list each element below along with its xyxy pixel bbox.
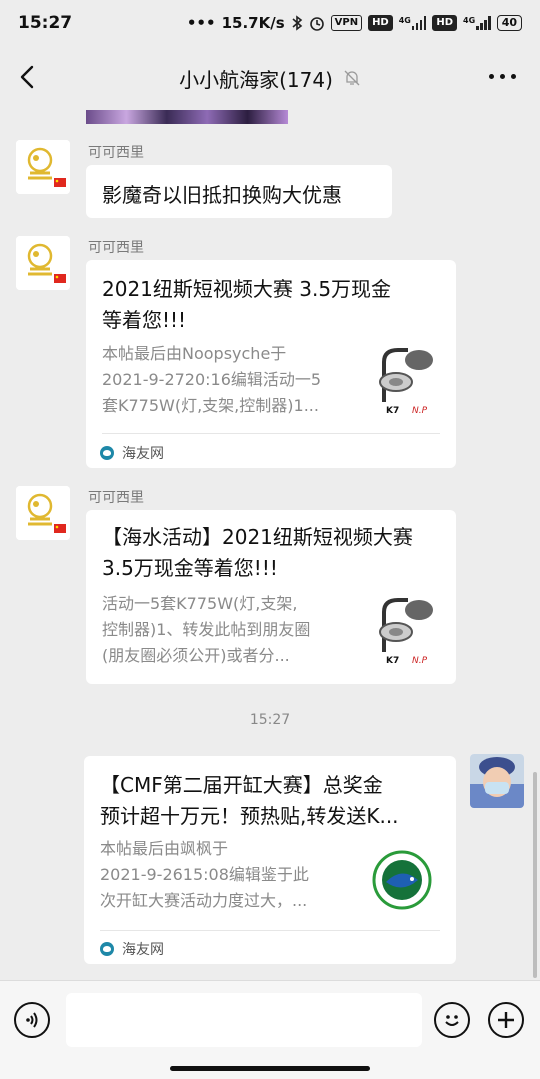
alarm-icon <box>309 17 324 31</box>
status-icons: ••• 15.7K/s VPN HD 4G HD 4G 40 <box>187 14 522 32</box>
signal-1: 4G <box>399 16 427 30</box>
text-bubble[interactable]: 影魔奇以旧抵扣换购大优惠 <box>86 165 392 218</box>
dots-icon: ••• <box>186 14 216 32</box>
signal-bars-icon <box>411 16 427 30</box>
hd-badge-1: HD <box>368 15 393 31</box>
more-icon[interactable] <box>489 74 516 79</box>
aquarium-light-thumbnail: K7 N.P <box>374 342 434 418</box>
svg-text:N.P: N.P <box>412 406 428 416</box>
timestamp: 15:27 <box>249 712 291 728</box>
voice-icon[interactable] <box>14 1002 50 1038</box>
sender-name: 可可西里 <box>88 240 144 256</box>
avatar-logo-icon <box>16 236 70 290</box>
child-photo-icon <box>470 754 524 808</box>
network-speed: 15.7K/s <box>221 14 285 32</box>
card-source: 海友网 <box>100 443 164 463</box>
bluetooth-icon <box>292 15 302 31</box>
svg-text:K7: K7 <box>386 656 399 666</box>
card-source: 海友网 <box>100 939 164 959</box>
avatar-logo-icon <box>16 486 70 540</box>
card-divider <box>100 930 440 931</box>
card-title: 2021纽斯短视频大赛 3.5万现金 等着您!!! <box>102 277 392 332</box>
avatar[interactable] <box>16 140 70 194</box>
plus-icon[interactable] <box>488 1002 524 1038</box>
chat-title-group: 小小航海家(174) <box>179 64 361 93</box>
card-description: 本帖最后由飒枫于 2021-9-2615:08编辑鉴于此 次开缸大赛活动力度过大… <box>100 839 309 910</box>
card-description: 活动一5套K775W(灯,支架, 控制器)1、转发此帖到朋友圈 (朋友圈必须公开… <box>102 594 311 665</box>
source-logo-icon <box>100 942 114 956</box>
card-divider <box>102 433 440 434</box>
vpn-badge: VPN <box>330 15 363 31</box>
signal-2: 4G <box>463 16 491 30</box>
avatar-logo-icon <box>16 140 70 194</box>
input-bar <box>0 980 540 1079</box>
link-card[interactable]: 2021纽斯短视频大赛 3.5万现金 等着您!!! 本帖最后由Noopsyche… <box>86 260 456 468</box>
avatar[interactable] <box>16 486 70 540</box>
card-title: 【海水活动】2021纽斯短视频大赛 3.5万现金等着您!!! <box>102 525 413 580</box>
status-bar: 15:27 ••• 15.7K/s VPN HD 4G HD 4G 40 <box>0 0 540 46</box>
svg-text:N.P: N.P <box>412 656 428 666</box>
signal-bars-icon <box>476 16 491 30</box>
card-title: 【CMF第二届开缸大赛】总奖金 预计超十万元！预热贴,转发送K... <box>100 773 399 828</box>
scrollbar[interactable] <box>533 772 537 978</box>
message-text: 影魔奇以旧抵扣换购大优惠 <box>102 183 342 207</box>
card-description: 本帖最后由Noopsyche于 2021-9-2720:16编辑活动一5 套K7… <box>102 344 322 415</box>
avatar[interactable] <box>16 236 70 290</box>
home-indicator[interactable] <box>170 1066 370 1071</box>
status-time: 15:27 <box>18 13 73 33</box>
svg-text:K7: K7 <box>386 406 399 416</box>
partial-image-message[interactable] <box>86 110 288 124</box>
hd-badge-2: HD <box>432 15 458 31</box>
link-card[interactable]: 【CMF第二届开缸大赛】总奖金 预计超十万元！预热贴,转发送K... 本帖最后由… <box>84 756 456 964</box>
sender-name: 可可西里 <box>88 490 144 506</box>
emoji-icon[interactable] <box>434 1002 470 1038</box>
chat-header: 小小航海家(174) <box>0 46 540 110</box>
avatar-self[interactable] <box>470 754 524 808</box>
club-logo-thumbnail <box>372 850 432 910</box>
sender-name: 可可西里 <box>88 145 144 161</box>
chat-title: 小小航海家(174) <box>179 67 333 92</box>
battery-icon: 40 <box>496 15 522 31</box>
link-card[interactable]: 【海水活动】2021纽斯短视频大赛 3.5万现金等着您!!! 活动一5套K775… <box>86 510 456 684</box>
source-logo-icon <box>100 446 114 460</box>
mute-bell-icon <box>344 70 360 86</box>
back-arrow-icon[interactable] <box>14 62 44 92</box>
message-input[interactable] <box>66 993 422 1047</box>
aquarium-light-thumbnail: K7 N.P <box>374 592 434 668</box>
